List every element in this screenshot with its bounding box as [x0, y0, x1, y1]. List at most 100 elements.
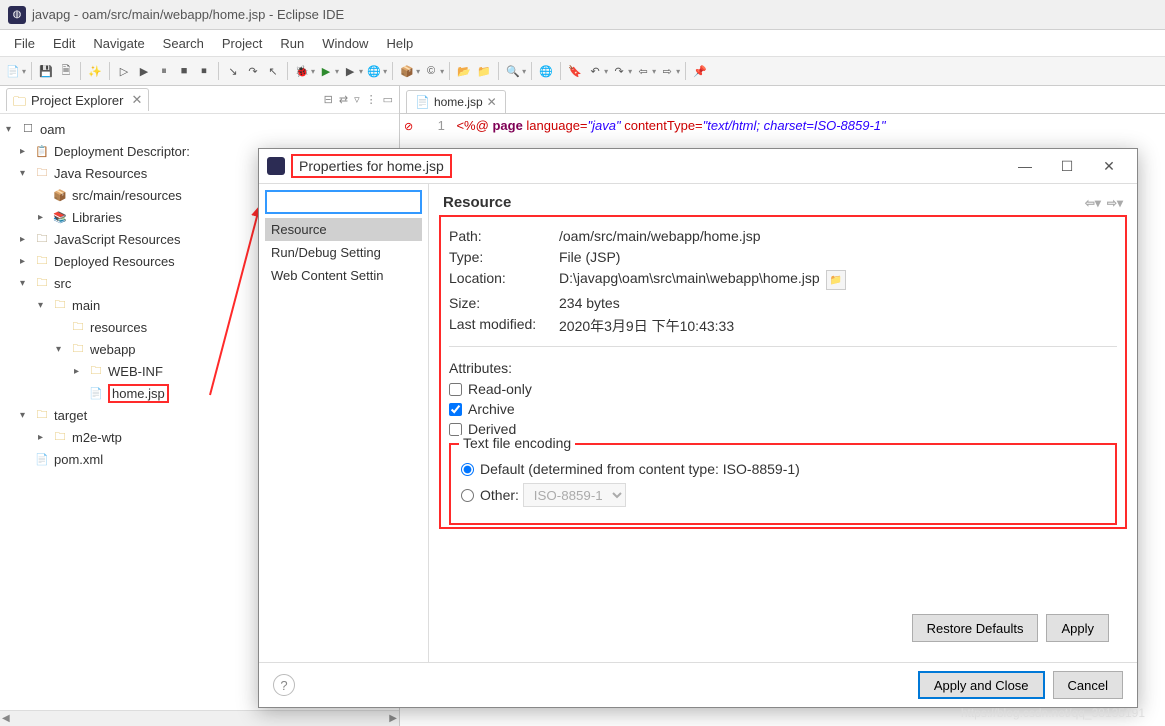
folder-icon: 🗀: [70, 341, 86, 357]
error-icon: ⊘: [404, 121, 413, 133]
library-icon: 📚: [52, 209, 68, 225]
next-edit-icon[interactable]: ↷: [610, 62, 628, 80]
open-icon[interactable]: 📂: [455, 62, 473, 80]
size-label: Size:: [449, 295, 559, 311]
line-number: 1: [421, 118, 445, 133]
project-icon: 🞎: [20, 121, 36, 137]
watermark: https://blog.csdn.net/qq_38135191: [961, 706, 1145, 720]
folder-icon: 🗀: [34, 275, 50, 291]
coverage-icon[interactable]: ▶: [341, 62, 359, 80]
resume-icon[interactable]: ▶: [135, 62, 153, 80]
step-over-icon[interactable]: ↷: [244, 62, 262, 80]
window-title: javapg - oam/src/main/webapp/home.jsp - …: [32, 7, 344, 22]
menu-navigate[interactable]: Navigate: [85, 33, 152, 54]
apply-button[interactable]: Apply: [1046, 614, 1109, 642]
folder-icon: 🗀: [88, 363, 104, 379]
readonly-label: Read-only: [468, 381, 532, 397]
jsp-file-icon: 📄: [415, 95, 430, 109]
size-value: 234 bytes: [559, 295, 620, 311]
filter-icon[interactable]: ▿: [354, 93, 360, 106]
nav-run-debug[interactable]: Run/Debug Setting: [265, 241, 422, 264]
open-type-icon[interactable]: 📁: [475, 62, 493, 80]
step-return-icon[interactable]: ↖: [264, 62, 282, 80]
window-titlebar: ◍ javapg - oam/src/main/webapp/home.jsp …: [0, 0, 1165, 30]
new-pkg-icon[interactable]: 📦: [398, 62, 416, 80]
cancel-button[interactable]: Cancel: [1053, 671, 1123, 699]
run-server-icon[interactable]: 🌐: [365, 62, 383, 80]
bookmark-icon[interactable]: 🔖: [566, 62, 584, 80]
encoding-title: Text file encoding: [459, 435, 575, 451]
deployed-icon: 🗀: [34, 253, 50, 269]
close-tab-icon[interactable]: ✕: [487, 95, 497, 109]
forward-arrow-icon[interactable]: ⇨▾: [1107, 196, 1123, 210]
search-icon[interactable]: 🔍: [504, 62, 522, 80]
new-class-icon[interactable]: ©: [422, 62, 440, 80]
step-into-icon[interactable]: ↘: [224, 62, 242, 80]
restore-defaults-button[interactable]: Restore Defaults: [912, 614, 1039, 642]
save-all-icon[interactable]: 🗎: [57, 62, 75, 80]
menu-run[interactable]: Run: [272, 33, 312, 54]
path-value: /oam/src/main/webapp/home.jsp: [559, 228, 761, 244]
menu-project[interactable]: Project: [214, 33, 270, 54]
derived-checkbox[interactable]: [449, 423, 462, 436]
maximize-button[interactable]: ☐: [1047, 152, 1087, 180]
run-icon[interactable]: ▶: [317, 62, 335, 80]
debug-icon[interactable]: 🐞: [293, 62, 311, 80]
dialog-content: Resource ⇦▾ ⇨▾ Path:/oam/src/main/webapp…: [429, 184, 1137, 662]
stop-icon[interactable]: ■: [175, 62, 193, 80]
js-icon: 🗀: [34, 231, 50, 247]
back-icon[interactable]: ⇦: [634, 62, 652, 80]
project-explorer-tab[interactable]: 🗀 Project Explorer ✕: [6, 88, 149, 111]
close-button[interactable]: ✕: [1089, 152, 1129, 180]
prev-edit-icon[interactable]: ↶: [586, 62, 604, 80]
link-editor-icon[interactable]: ⇄: [339, 93, 348, 106]
close-tab-icon[interactable]: ✕: [131, 92, 142, 108]
dialog-titlebar[interactable]: Properties for home.jsp — ☐ ✕: [259, 149, 1137, 183]
main-toolbar: 📄▾ 💾 🗎 ✨ ▷ ▶ ⏸ ■ ⏹ ↘ ↷ ↖ 🐞▾ ▶▾ ▶▾ 🌐▾ 📦▾ …: [0, 56, 1165, 86]
minimize-icon[interactable]: ▭: [383, 93, 393, 106]
folder-icon: 🗀: [52, 429, 68, 445]
folder-icon: 🗀: [34, 407, 50, 423]
descriptor-icon: 📋: [34, 143, 50, 159]
web-icon[interactable]: 🌐: [537, 62, 555, 80]
skip-icon[interactable]: ▷: [115, 62, 133, 80]
menu-search[interactable]: Search: [155, 33, 212, 54]
save-icon[interactable]: 💾: [37, 62, 55, 80]
back-arrow-icon[interactable]: ⇦▾: [1085, 196, 1101, 210]
nav-web-content[interactable]: Web Content Settin: [265, 264, 422, 287]
tree-project-oam[interactable]: ▾🞎oam: [0, 118, 399, 140]
editor-tab-home-jsp[interactable]: 📄 home.jsp ✕: [406, 90, 506, 113]
disconnect-icon[interactable]: ⏹: [195, 62, 213, 80]
tree-scrollbar[interactable]: ◀▶: [0, 710, 399, 726]
readonly-checkbox[interactable]: [449, 383, 462, 396]
project-explorer-title: Project Explorer: [31, 93, 123, 108]
encoding-default-radio[interactable]: [461, 463, 474, 476]
forward-icon[interactable]: ⇨: [658, 62, 676, 80]
encoding-other-label: Other:: [480, 487, 519, 503]
pin-icon[interactable]: 📌: [691, 62, 709, 80]
help-icon[interactable]: ?: [273, 674, 295, 696]
package-icon: 📦: [52, 187, 68, 203]
location-label: Location:: [449, 270, 559, 290]
menu-edit[interactable]: Edit: [45, 33, 83, 54]
wand-icon[interactable]: ✨: [86, 62, 104, 80]
editor-tab-label: home.jsp: [434, 95, 483, 109]
encoding-other-radio[interactable]: [461, 489, 474, 502]
filter-input[interactable]: [265, 190, 422, 214]
encoding-select[interactable]: ISO-8859-1: [523, 483, 626, 507]
folder-icon: 🗀: [70, 319, 86, 335]
pause-icon[interactable]: ⏸: [155, 62, 173, 80]
new-icon[interactable]: 📄: [4, 62, 22, 80]
menu-file[interactable]: File: [6, 33, 43, 54]
view-menu-icon[interactable]: ⋮: [366, 93, 377, 106]
nav-resource[interactable]: Resource: [265, 218, 422, 241]
eclipse-icon: ◍: [8, 6, 26, 24]
collapse-all-icon[interactable]: ⊟: [324, 93, 333, 106]
menu-window[interactable]: Window: [314, 33, 376, 54]
menu-help[interactable]: Help: [378, 33, 421, 54]
attributes-label: Attributes:: [449, 360, 559, 376]
archive-checkbox[interactable]: [449, 403, 462, 416]
apply-and-close-button[interactable]: Apply and Close: [918, 671, 1045, 699]
show-in-explorer-button[interactable]: 📁: [826, 270, 846, 290]
minimize-button[interactable]: —: [1005, 152, 1045, 180]
